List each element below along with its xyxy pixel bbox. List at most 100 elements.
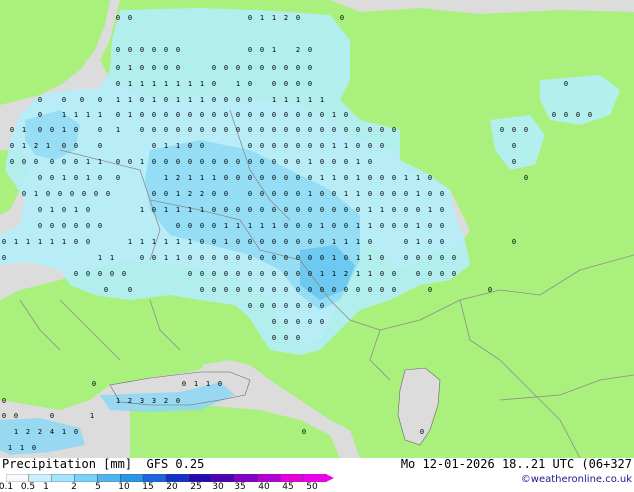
precip-value-label: 0 bbox=[74, 222, 78, 230]
precip-value-label: 0 bbox=[98, 270, 102, 278]
model-name: GFS 0.25 bbox=[146, 457, 205, 471]
precip-value-label: 0 bbox=[368, 158, 372, 166]
precip-value-label: 0 bbox=[320, 302, 324, 310]
scale-tick-label: 5 bbox=[95, 482, 101, 492]
precip-value-label: 1 bbox=[116, 126, 120, 134]
precip-value-label: 1 bbox=[164, 80, 168, 88]
precip-value-label: 0 bbox=[50, 174, 54, 182]
precip-value-label: 0 bbox=[332, 222, 336, 230]
precip-value-label: 1 bbox=[116, 397, 120, 405]
precip-value-label: 0 bbox=[260, 254, 264, 262]
precip-value-label: 0 bbox=[188, 142, 192, 150]
scale-tick-label: 20 bbox=[166, 482, 178, 492]
precip-value-label: 0 bbox=[50, 126, 54, 134]
precip-value-label: 0 bbox=[416, 270, 420, 278]
precip-value-label: 0 bbox=[308, 222, 312, 230]
precip-value-label: 2 bbox=[188, 190, 192, 198]
precip-value-label: 0 bbox=[116, 80, 120, 88]
precip-value-label: 0 bbox=[248, 96, 252, 104]
precip-value-label: 1 bbox=[86, 174, 90, 182]
precip-value-label: 1 bbox=[356, 190, 360, 198]
scale-tick-label: 10 bbox=[118, 482, 130, 492]
precip-value-label: 0 bbox=[32, 444, 36, 452]
precip-value-label: 1 bbox=[356, 174, 360, 182]
credit-link[interactable]: ©weatheronline.co.uk bbox=[521, 474, 632, 485]
precip-value-label: 0 bbox=[404, 254, 408, 262]
precip-value-label: 0 bbox=[2, 238, 6, 246]
precip-value-label: 1 bbox=[416, 222, 420, 230]
precip-value-label: 0 bbox=[284, 142, 288, 150]
precip-value-label: 0 bbox=[392, 222, 396, 230]
precip-value-label: 0 bbox=[34, 158, 38, 166]
precip-value-label: 0 bbox=[98, 222, 102, 230]
precip-value-label: 0 bbox=[128, 286, 132, 294]
precip-value-label: 0 bbox=[260, 302, 264, 310]
precip-value-label: 0 bbox=[368, 142, 372, 150]
precip-value-label: 1 bbox=[272, 222, 276, 230]
precip-value-label: 3 bbox=[140, 397, 144, 405]
precip-value-label: 0 bbox=[404, 190, 408, 198]
precip-value-label: 0 bbox=[236, 126, 240, 134]
precip-value-label: 0 bbox=[116, 46, 120, 54]
precip-value-label: 1 bbox=[98, 158, 102, 166]
precip-value-label: 1 bbox=[98, 111, 102, 119]
precip-value-label: 1 bbox=[110, 254, 114, 262]
precip-value-label: 0 bbox=[22, 158, 26, 166]
precip-value-label: 0 bbox=[512, 126, 516, 134]
precip-value-label: 0 bbox=[392, 286, 396, 294]
precip-value-label: 0 bbox=[344, 206, 348, 214]
precip-value-label: 0 bbox=[248, 46, 252, 54]
precip-value-label: 0 bbox=[152, 142, 156, 150]
precip-value-label: 1 bbox=[332, 238, 336, 246]
precip-value-label: 2 bbox=[128, 397, 132, 405]
precip-value-label: 0 bbox=[152, 111, 156, 119]
precip-value-label: 2 bbox=[284, 14, 288, 22]
precip-value-label: 0 bbox=[152, 158, 156, 166]
precip-value-label: 0 bbox=[248, 14, 252, 22]
precip-value-label: 0 bbox=[320, 286, 324, 294]
precip-value-label: 1 bbox=[200, 174, 204, 182]
precip-value-label: 0 bbox=[260, 206, 264, 214]
precip-value-label: 0 bbox=[164, 96, 168, 104]
precip-value-label: 0 bbox=[440, 206, 444, 214]
precip-value-label: 0 bbox=[224, 111, 228, 119]
precip-value-label: 0 bbox=[236, 286, 240, 294]
precip-value-label: 0 bbox=[86, 238, 90, 246]
precip-value-label: 1 bbox=[140, 206, 144, 214]
precip-value-label: 1 bbox=[206, 380, 210, 388]
precip-value-label: 1 bbox=[308, 96, 312, 104]
precip-value-label: 0 bbox=[296, 80, 300, 88]
precip-value-label: 0 bbox=[344, 158, 348, 166]
precip-value-label: 0 bbox=[224, 126, 228, 134]
precip-value-label: 0 bbox=[284, 111, 288, 119]
precip-value-label: 0 bbox=[200, 158, 204, 166]
precip-value-label: 0 bbox=[164, 126, 168, 134]
precip-value-label: 0 bbox=[488, 286, 492, 294]
precip-value-label: 0 bbox=[212, 64, 216, 72]
precip-value-label: 1 bbox=[22, 126, 26, 134]
precip-value-label: 1 bbox=[188, 238, 192, 246]
color-scale-swatch bbox=[257, 474, 281, 482]
precip-value-label: 0 bbox=[182, 380, 186, 388]
precip-value-label: 0 bbox=[62, 222, 66, 230]
precip-value-label: 0 bbox=[284, 190, 288, 198]
precip-value-label: 0 bbox=[116, 174, 120, 182]
precip-value-label: 0 bbox=[332, 126, 336, 134]
precip-value-label: 0 bbox=[404, 222, 408, 230]
precip-value-label: 1 bbox=[368, 222, 372, 230]
precip-value-label: 0 bbox=[272, 334, 276, 342]
precip-value-label: 0 bbox=[98, 142, 102, 150]
precip-value-label: 1 bbox=[128, 111, 132, 119]
precip-value-label: 0 bbox=[38, 174, 42, 182]
precip-value-label: 1 bbox=[90, 412, 94, 420]
precip-value-label: 1 bbox=[356, 158, 360, 166]
precip-value-label: 1 bbox=[26, 238, 30, 246]
precip-value-label: 0 bbox=[224, 270, 228, 278]
precip-value-label: 1 bbox=[272, 46, 276, 54]
precip-value-label: 1 bbox=[236, 80, 240, 88]
precip-value-label: 0 bbox=[440, 254, 444, 262]
precip-value-label: 1 bbox=[368, 254, 372, 262]
precip-value-label: 0 bbox=[308, 126, 312, 134]
precip-value-label: 1 bbox=[212, 174, 216, 182]
precip-value-label: 0 bbox=[284, 158, 288, 166]
